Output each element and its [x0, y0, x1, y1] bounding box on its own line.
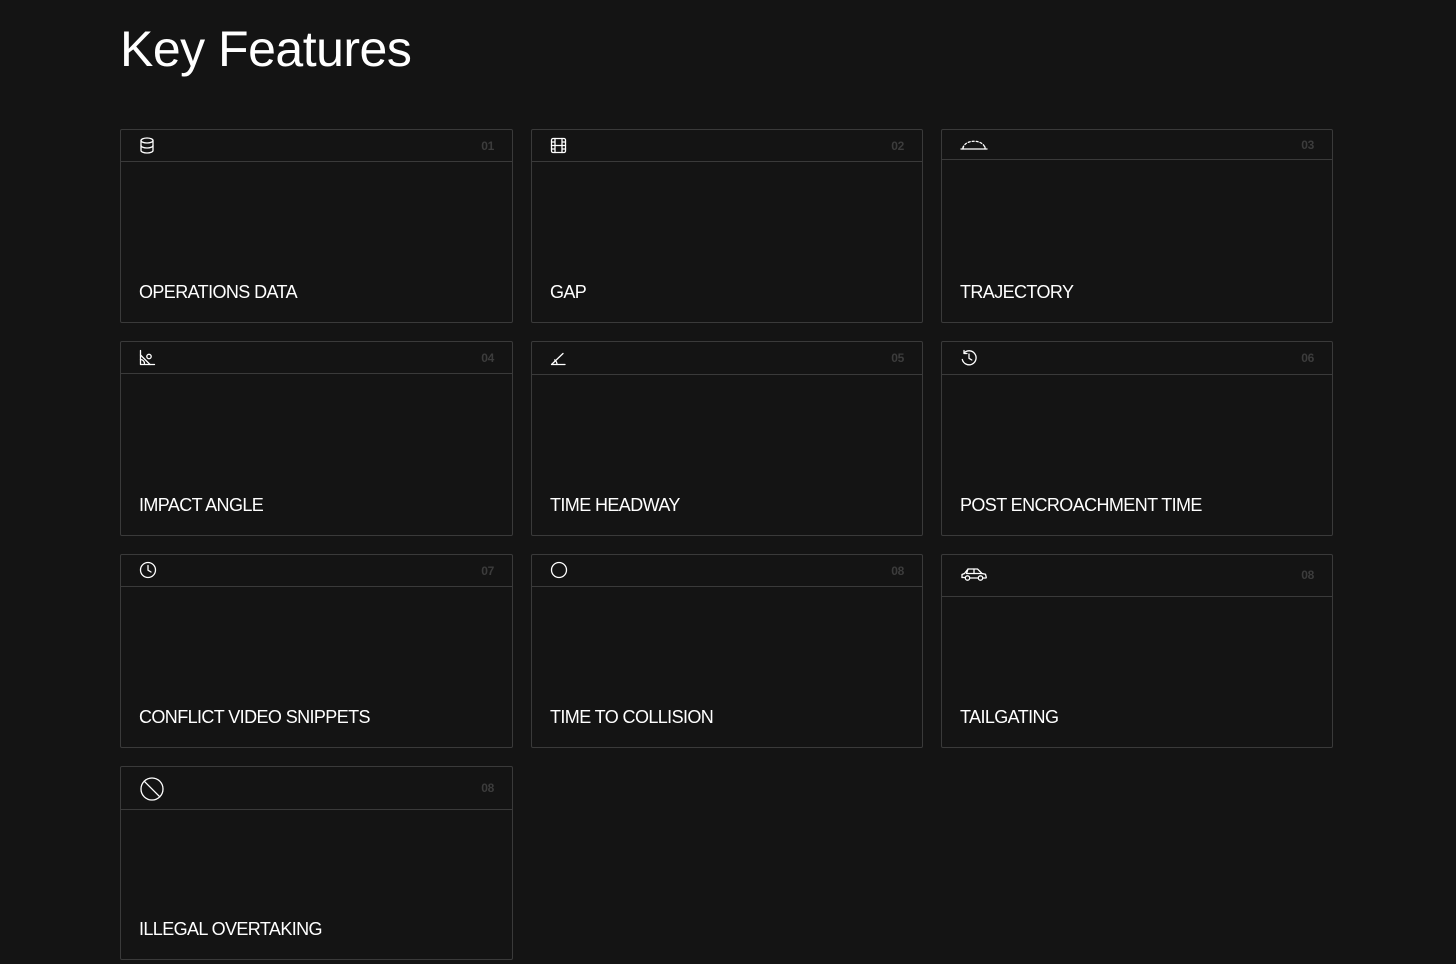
- feature-card-time-headway[interactable]: 05 TIME HEADWAY: [531, 341, 923, 536]
- angle-ruler-icon: [139, 349, 156, 366]
- database-icon: [139, 137, 155, 154]
- feature-card-conflict-video-snippets[interactable]: 07 CONFLICT VIDEO SNIPPETS: [120, 554, 513, 748]
- card-header: 04: [121, 342, 512, 374]
- feature-number: 08: [891, 564, 904, 578]
- feature-card-illegal-overtaking[interactable]: 08 ILLEGAL OVERTAKING: [120, 766, 513, 960]
- clock-history-icon: [960, 349, 978, 367]
- feature-title: POST ENCROACHMENT TIME: [960, 495, 1202, 515]
- car-icon: [960, 566, 988, 583]
- card-header: 06: [942, 342, 1332, 375]
- feature-number: 03: [1301, 138, 1314, 152]
- feature-title: TIME TO COLLISION: [550, 707, 714, 727]
- card-header: 08: [121, 767, 512, 810]
- feature-card-trajectory[interactable]: 03 TRAJECTORY: [941, 129, 1333, 323]
- feature-title: TAILGATING: [960, 707, 1059, 727]
- feature-number: 08: [481, 781, 494, 795]
- feature-card-operations-data[interactable]: 01 OPERATIONS DATA: [120, 129, 513, 323]
- feature-number: 02: [891, 139, 904, 153]
- feature-card-post-encroachment-time[interactable]: 06 POST ENCROACHMENT TIME: [941, 341, 1333, 536]
- feature-title: CONFLICT VIDEO SNIPPETS: [139, 707, 371, 727]
- feature-number: 05: [891, 351, 904, 365]
- feature-number: 06: [1301, 351, 1314, 365]
- feature-card-time-to-collision[interactable]: 08 TIME TO COLLISION: [531, 554, 923, 748]
- feature-number: 04: [481, 351, 494, 365]
- key-features-page: Key Features 01 OPERATIONS DATA 02 GAP 0…: [0, 0, 1456, 964]
- angle-icon: [550, 350, 567, 367]
- arc-icon: [960, 136, 988, 152]
- film-icon: [550, 137, 567, 154]
- card-header: 01: [121, 130, 512, 162]
- feature-number: 07: [481, 564, 494, 578]
- feature-number: 01: [481, 139, 494, 153]
- feature-title: TRAJECTORY: [960, 282, 1074, 302]
- feature-number: 08: [1301, 568, 1314, 582]
- feature-card-gap[interactable]: 02 GAP: [531, 129, 923, 323]
- card-header: 03: [942, 130, 1332, 160]
- circle-icon: [550, 561, 568, 579]
- clock-icon: [139, 561, 157, 579]
- card-header: 05: [532, 342, 922, 375]
- feature-title: ILLEGAL OVERTAKING: [139, 919, 323, 939]
- feature-card-tailgating[interactable]: 08 TAILGATING: [941, 554, 1333, 748]
- page-title: Key Features: [120, 21, 412, 77]
- feature-title: TIME HEADWAY: [550, 495, 680, 515]
- card-header: 08: [942, 555, 1332, 597]
- feature-title: IMPACT ANGLE: [139, 495, 264, 515]
- card-header: 07: [121, 555, 512, 587]
- card-header: 02: [532, 130, 922, 162]
- feature-title: GAP: [550, 282, 587, 302]
- prohibited-icon: [139, 776, 165, 802]
- feature-card-impact-angle[interactable]: 04 IMPACT ANGLE: [120, 341, 513, 536]
- feature-title: OPERATIONS DATA: [139, 282, 298, 302]
- card-header: 08: [532, 555, 922, 587]
